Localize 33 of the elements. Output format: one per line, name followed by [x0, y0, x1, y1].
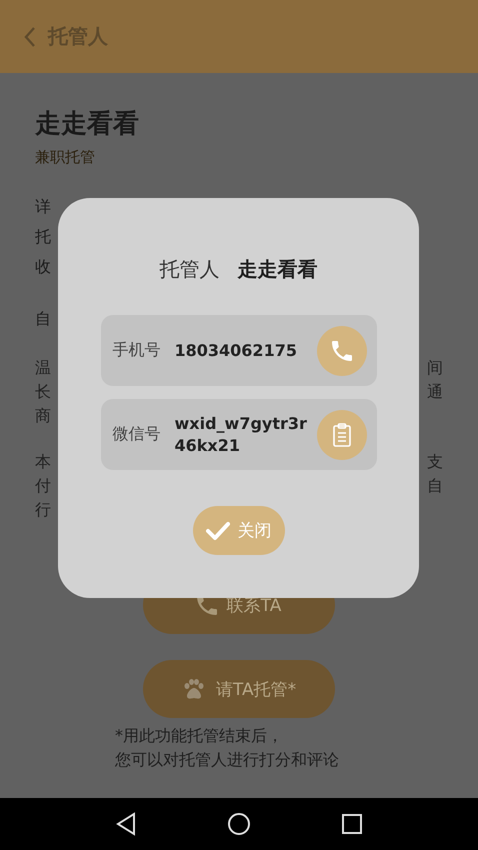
text-fragment: 付 [35, 475, 51, 497]
caretaker-type: 兼职托管 [35, 147, 95, 168]
text-fragment: 托 [35, 226, 51, 248]
check-icon [206, 520, 230, 540]
contact-value: 18034062175 [174, 340, 298, 362]
text-fragment: 长 [35, 381, 51, 403]
text-fragment: 行 [35, 499, 51, 521]
back-nav-icon[interactable] [115, 812, 137, 836]
text-fragment: 详 [35, 196, 51, 218]
footnote-line: 您可以对托管人进行打分和评论 [115, 749, 339, 771]
contact-label: 手机号 [112, 340, 162, 361]
footnote-line: *用此功能托管结束后， [115, 725, 283, 747]
text-fragment: 自 [35, 308, 51, 330]
action-button[interactable]: 请TA托管* [143, 660, 335, 718]
caretaker-name: 走走看看 [35, 108, 139, 141]
dialog-name: 走走看看 [238, 256, 318, 283]
clipboard-icon [330, 422, 352, 448]
recents-nav-icon[interactable] [341, 813, 363, 835]
text-fragment: 支 [427, 451, 443, 473]
text-fragment: 间 [427, 357, 443, 379]
text-fragment: 本 [35, 451, 51, 473]
dialog-label: 托管人 [160, 256, 220, 283]
phone-icon [332, 340, 352, 360]
paw-icon [182, 678, 206, 700]
text-fragment: 通 [427, 381, 443, 403]
text-fragment: 自 [427, 475, 443, 497]
text-fragment: 商 [35, 405, 51, 427]
text-fragment: 温 [35, 357, 51, 379]
contact-label: 微信号 [112, 424, 162, 445]
close-button[interactable]: 关闭 [192, 506, 284, 555]
contact-value: wxid_w7gytr3r46kx21 [174, 412, 308, 456]
home-nav-icon[interactable] [227, 812, 251, 836]
text-fragment: 收 [35, 256, 51, 278]
